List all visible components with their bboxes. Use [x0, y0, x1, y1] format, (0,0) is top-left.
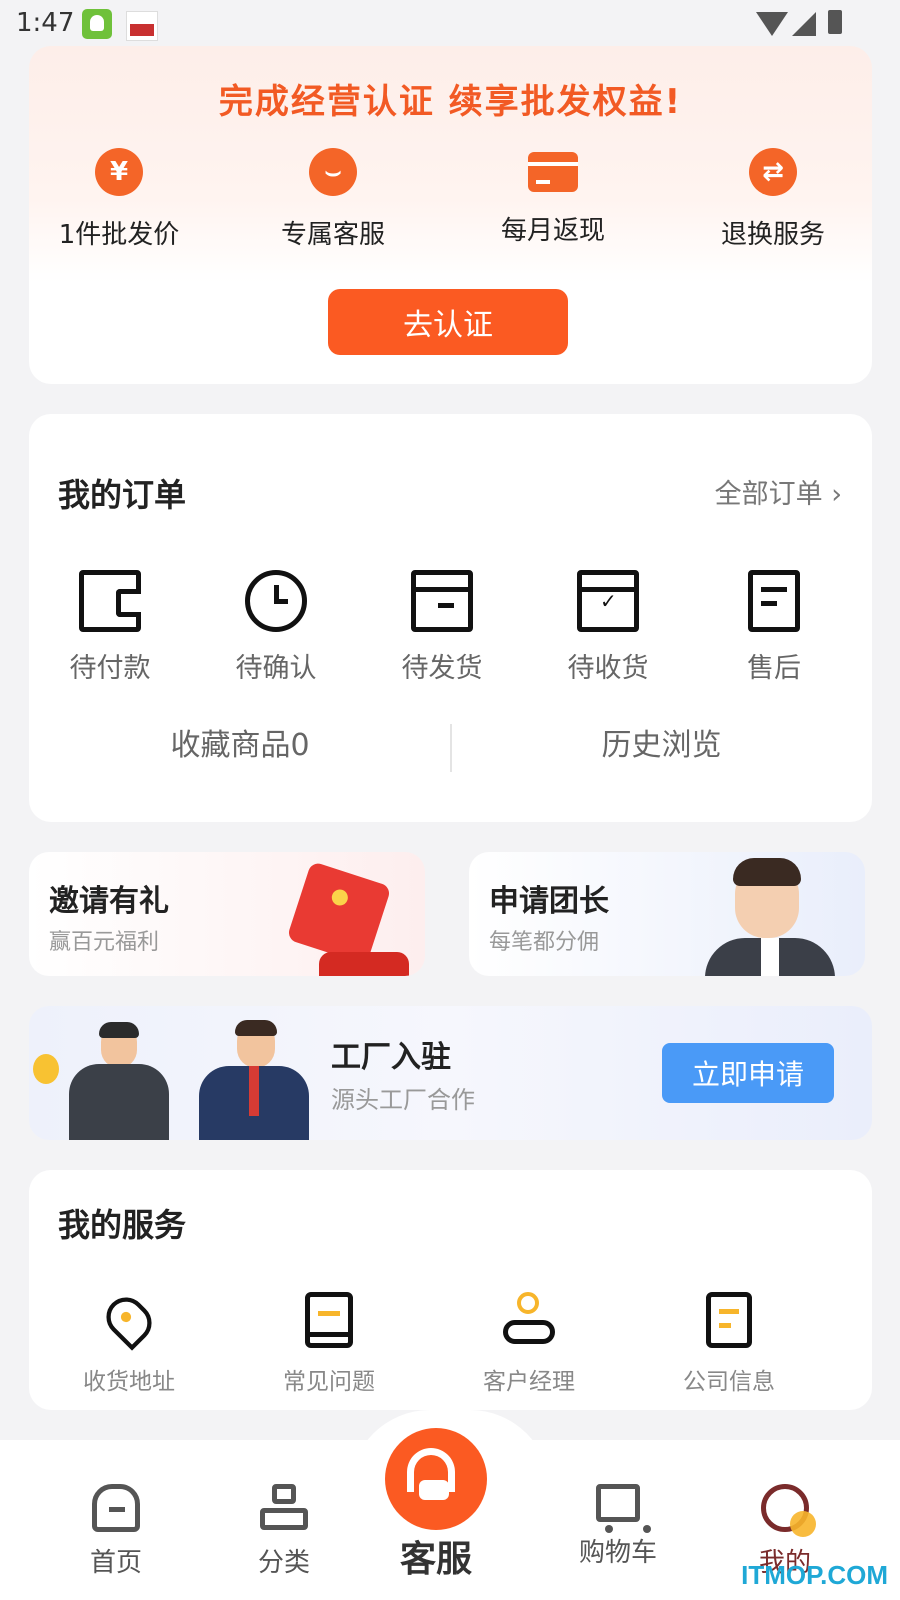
cart-icon: [596, 1484, 651, 1533]
account-manager-icon: [503, 1292, 555, 1348]
red-envelope-illustration: [286, 861, 392, 965]
benefit-label: 退换服务: [720, 220, 825, 250]
smile-icon: ⌣: [309, 148, 357, 196]
apply-now-button[interactable]: 立即申请: [662, 1043, 834, 1103]
orders-card: 我的订单 全部订单 › 待付款 待确认 待发货 待收货 售后 收藏商品0 历史浏…: [29, 414, 872, 822]
all-orders-link[interactable]: 全部订单 ›: [715, 472, 842, 511]
card-icon: [528, 152, 578, 192]
tab-label: 分类: [257, 1548, 310, 1578]
box-icon: [411, 570, 473, 632]
box-check-icon: [577, 570, 639, 632]
favorites-link[interactable]: 收藏商品0: [29, 720, 451, 764]
history-link[interactable]: 历史浏览: [451, 720, 872, 764]
orders-title: 我的订单: [58, 476, 187, 514]
services-title: 我的服务: [58, 1206, 187, 1244]
location-pin-icon: [98, 1289, 160, 1351]
wifi-icon: [756, 12, 788, 36]
businessman-body-illustration: [705, 938, 835, 976]
handshake-man-left-illustration: [69, 1022, 169, 1140]
factory-title: 工厂入驻: [331, 1040, 451, 1075]
coin-illustration: [33, 1054, 59, 1084]
hand-illustration: [319, 952, 409, 976]
apply-leader-card[interactable]: 申请团长 每笔都分佣: [469, 852, 865, 976]
cellular-signal-icon: [792, 12, 816, 36]
yen-icon: ¥: [95, 148, 143, 196]
service-address[interactable]: 收货地址: [49, 1289, 209, 1396]
invite-title: 邀请有礼: [49, 884, 169, 919]
tab-label: 首页: [89, 1548, 142, 1578]
tab-category[interactable]: 分类: [224, 1484, 344, 1579]
service-label: 收货地址: [83, 1369, 175, 1395]
exchange-icon: ⇄: [749, 148, 797, 196]
factory-subtitle: 源头工厂合作: [331, 1086, 475, 1114]
order-status-label: 待付款: [69, 653, 151, 684]
service-faq[interactable]: 常见问题: [249, 1292, 409, 1396]
service-company-info[interactable]: 公司信息: [649, 1292, 809, 1396]
certification-title: 完成经营认证 续享批发权益!: [218, 82, 683, 122]
battery-icon: [828, 10, 842, 34]
leader-subtitle: 每笔都分佣: [489, 930, 600, 955]
order-status-label: 售后: [747, 653, 801, 684]
benefit-wholesale: ¥ 1件批发价: [29, 148, 209, 251]
service-label: 常见问题: [283, 1369, 375, 1395]
certification-card: 完成经营认证 续享批发权益! ¥ 1件批发价 ⌣ 专属客服 每月返现 ⇄ 退换服…: [29, 46, 872, 384]
benefit-label: 每月返现: [500, 216, 605, 246]
factory-join-card: 工厂入驻 源头工厂合作 立即申请: [29, 1006, 872, 1140]
benefit-returns: ⇄ 退换服务: [683, 148, 863, 251]
leader-title: 申请团长: [489, 884, 609, 919]
order-pending-shipment[interactable]: 待发货: [377, 570, 507, 685]
chevron-right-icon: ›: [831, 479, 842, 510]
handshake-man-right-illustration: [199, 1020, 309, 1140]
order-pending-payment[interactable]: 待付款: [45, 570, 175, 685]
certify-button[interactable]: 去认证: [328, 289, 568, 355]
benefit-cashback: 每月返现: [463, 148, 643, 247]
order-status-label: 待收货: [567, 653, 649, 684]
service-label: 公司信息: [683, 1369, 775, 1395]
benefit-customer-service: ⌣ 专属客服: [243, 148, 423, 251]
order-after-sales[interactable]: 售后: [709, 570, 839, 685]
order-status-label: 待确认: [235, 653, 317, 684]
document-icon: [748, 570, 800, 632]
tab-service-label[interactable]: 客服: [385, 1530, 487, 1582]
services-card: 我的服务 收货地址 常见问题 客户经理 公司信息: [29, 1170, 872, 1410]
service-label: 客户经理: [483, 1369, 575, 1395]
profile-icon: [761, 1484, 816, 1537]
status-time: 1:47: [16, 8, 75, 38]
wallet-icon: [79, 570, 141, 632]
order-status-label: 待发货: [401, 653, 483, 684]
app-notification-icon: [82, 9, 112, 39]
order-pending-confirm[interactable]: 待确认: [211, 570, 341, 685]
company-info-icon: [706, 1292, 752, 1348]
home-icon: [92, 1484, 140, 1532]
tab-label: 购物车: [578, 1538, 657, 1568]
watermark: ITMOP.COM: [741, 1560, 888, 1590]
tab-cart[interactable]: 购物车: [558, 1484, 678, 1569]
status-bar: 1:47: [0, 0, 900, 46]
tab-home[interactable]: 首页: [56, 1484, 176, 1579]
order-pending-receipt[interactable]: 待收货: [543, 570, 673, 685]
book-icon: [305, 1292, 353, 1348]
app-notification-icon-2: [126, 11, 158, 41]
clock-icon: [245, 570, 307, 632]
businessman-illustration: [733, 858, 801, 938]
invite-subtitle: 赢百元福利: [49, 930, 160, 955]
invite-card[interactable]: 邀请有礼 赢百元福利: [29, 852, 425, 976]
benefit-label: 专属客服: [280, 220, 385, 250]
all-orders-label: 全部订单: [714, 479, 823, 510]
benefit-label: 1件批发价: [58, 220, 180, 250]
customer-service-button[interactable]: [385, 1428, 487, 1530]
category-icon: [260, 1484, 308, 1532]
service-account-manager[interactable]: 客户经理: [449, 1292, 609, 1396]
